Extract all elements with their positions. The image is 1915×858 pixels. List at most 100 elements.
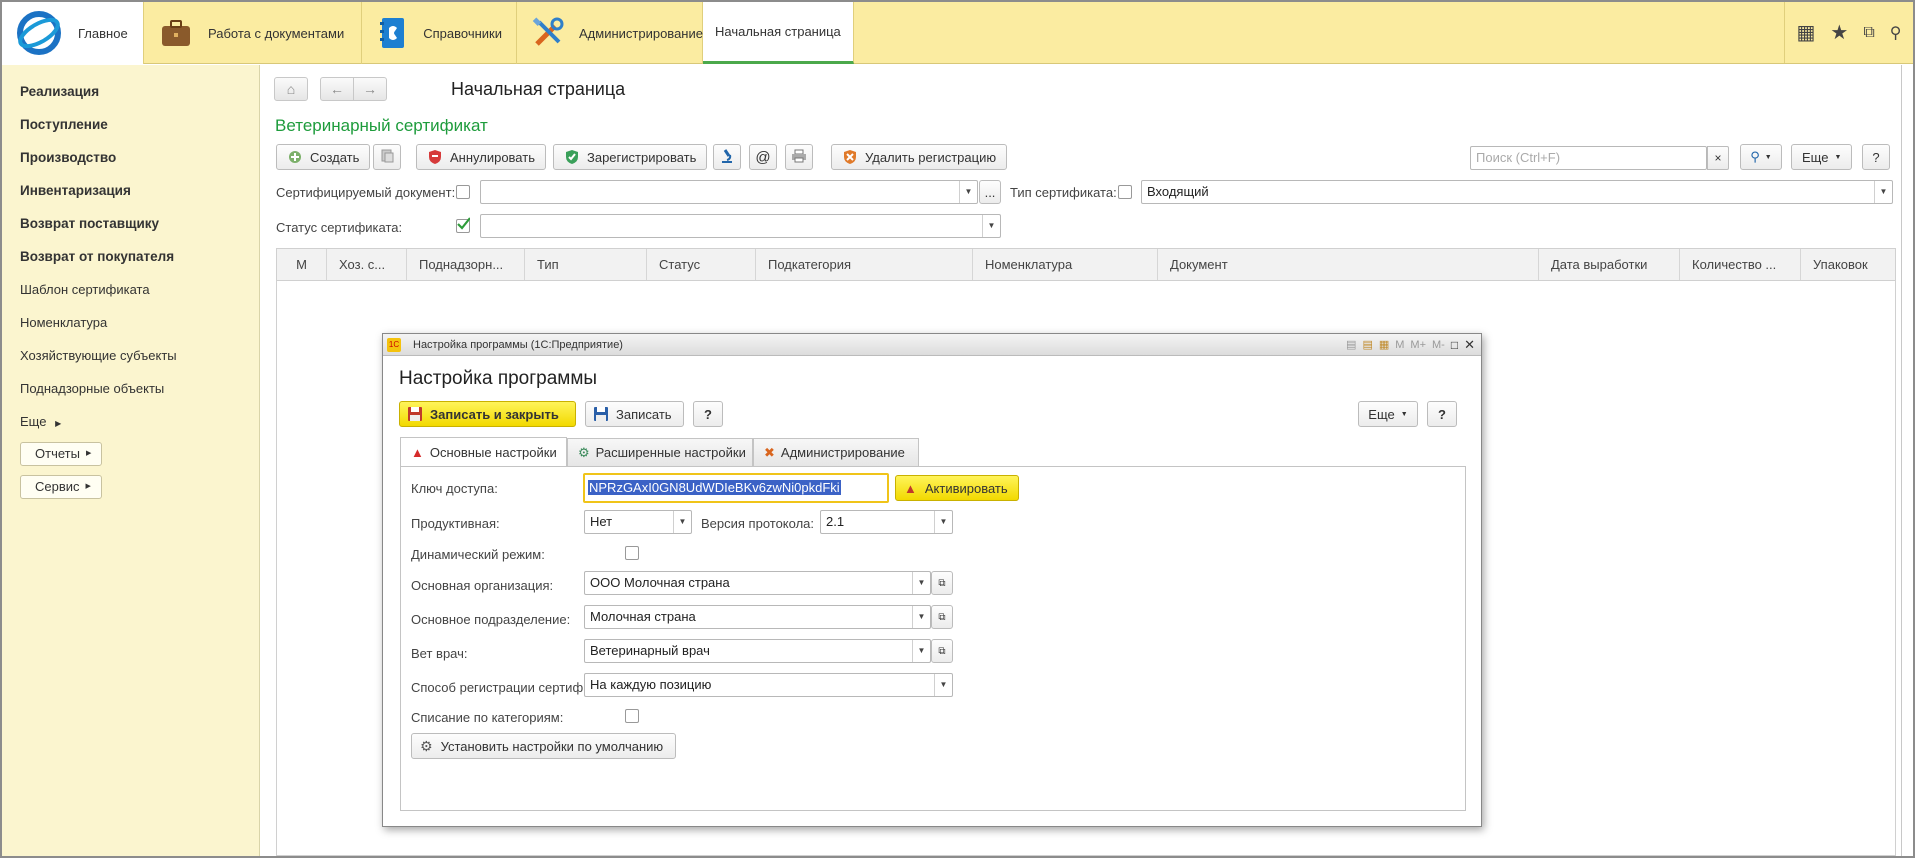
- column-packages[interactable]: Упаковок: [1801, 249, 1895, 280]
- cert-type-field[interactable]: Входящий ▼: [1141, 180, 1893, 204]
- cert-status-checkbox[interactable]: [456, 217, 470, 233]
- annul-button[interactable]: Аннулировать: [416, 144, 546, 170]
- chevron-down-icon[interactable]: ▼: [934, 511, 952, 533]
- memory-minus-button[interactable]: M-: [1432, 339, 1445, 351]
- chevron-down-icon[interactable]: ▼: [1874, 181, 1892, 203]
- section-documents[interactable]: Работа с документами: [144, 2, 362, 64]
- search-input[interactable]: Поиск (Ctrl+F): [1470, 146, 1707, 170]
- sidebar-item-return-customer[interactable]: Возврат от покупателя: [20, 249, 174, 264]
- maximize-icon[interactable]: □: [1451, 338, 1458, 352]
- productive-value: Нет: [590, 514, 613, 529]
- column-subcategory[interactable]: Подкатегория: [756, 249, 973, 280]
- sidebar-item-entities[interactable]: Хозяйствующие субъекты: [20, 348, 177, 363]
- chevron-down-icon[interactable]: ▼: [912, 572, 930, 594]
- organization-field[interactable]: ООО Молочная страна ▼: [584, 571, 931, 595]
- column-entity[interactable]: Хоз. с...: [327, 249, 407, 280]
- certified-doc-field[interactable]: ▼: [480, 180, 978, 204]
- arrow-right-icon: ▶: [85, 450, 92, 457]
- close-icon[interactable]: ✕: [1464, 337, 1475, 353]
- dynamic-mode-checkbox[interactable]: [625, 546, 639, 560]
- column-m[interactable]: М: [277, 249, 327, 280]
- sidebar-item-supervised[interactable]: Поднадзорные объекты: [20, 381, 164, 396]
- column-quantity[interactable]: Количество ...: [1680, 249, 1801, 280]
- chevron-down-icon[interactable]: ▼: [912, 606, 930, 628]
- sidebar-item-receipts[interactable]: Поступление: [20, 117, 108, 132]
- search-options-button[interactable]: ⚲ ▼: [1740, 144, 1782, 170]
- star-icon[interactable]: ★: [1830, 20, 1848, 45]
- protocol-field[interactable]: 2.1 ▼: [820, 510, 953, 534]
- section-home[interactable]: Главное: [2, 2, 144, 64]
- tab-basic-settings[interactable]: ▲ Основные настройки: [400, 437, 567, 467]
- sidebar-item-inventory[interactable]: Инвентаризация: [20, 183, 131, 198]
- memory-plus-button[interactable]: M+: [1410, 339, 1426, 351]
- sidebar-item-nomenclature[interactable]: Номенклатура: [20, 315, 107, 330]
- activate-button[interactable]: ▲ Активировать: [895, 475, 1019, 501]
- chevron-down-icon[interactable]: ▼: [982, 215, 1000, 237]
- tab-advanced-settings[interactable]: ⚙ Расширенные настройки: [567, 438, 753, 466]
- save-close-button[interactable]: Записать и закрыть: [399, 401, 576, 427]
- chevron-down-icon[interactable]: ▼: [673, 511, 691, 533]
- access-key-field[interactable]: NPRzGAxI0GN8UdWDIeBKv6zwNi0pkdFki: [583, 473, 889, 503]
- cert-type-checkbox[interactable]: [1118, 185, 1132, 199]
- microscope-button[interactable]: [713, 144, 741, 170]
- organization-open-button[interactable]: ⧉: [931, 571, 953, 595]
- search-icon[interactable]: ⚲: [1890, 23, 1902, 43]
- tab-start-page[interactable]: Начальная страница: [703, 2, 854, 64]
- help-button[interactable]: ?: [1862, 144, 1890, 170]
- section-administration[interactable]: Администрирование: [517, 2, 703, 64]
- reg-method-field[interactable]: На каждую позицию ▼: [584, 673, 953, 697]
- delete-registration-button[interactable]: Удалить регистрацию: [831, 144, 1008, 170]
- arrow-right-icon: ▶: [85, 483, 91, 490]
- apps-grid-icon[interactable]: ▦: [1797, 20, 1816, 45]
- vet-open-button[interactable]: ⧉: [931, 639, 953, 663]
- email-button[interactable]: @: [749, 144, 777, 170]
- column-status[interactable]: Статус: [647, 249, 756, 280]
- division-open-button[interactable]: ⧉: [931, 605, 953, 629]
- dialog-help-button[interactable]: ?: [693, 401, 723, 427]
- section-directories[interactable]: Справочники: [362, 2, 517, 64]
- forward-button[interactable]: →: [353, 77, 387, 101]
- memory-m-button[interactable]: M: [1395, 339, 1404, 351]
- certified-doc-checkbox[interactable]: [456, 185, 470, 199]
- productive-field[interactable]: Нет ▼: [584, 510, 692, 534]
- copy-button[interactable]: [373, 144, 401, 170]
- certified-doc-select-button[interactable]: ...: [979, 180, 1001, 204]
- column-document[interactable]: Документ: [1158, 249, 1539, 280]
- sidebar-item-production[interactable]: Производство: [20, 150, 116, 165]
- scrollbar-track[interactable]: [1901, 65, 1902, 856]
- chevron-down-icon[interactable]: ▼: [912, 640, 930, 662]
- dialog-more-button[interactable]: Еще ▼: [1358, 401, 1418, 427]
- save-button[interactable]: Записать: [585, 401, 684, 427]
- back-button[interactable]: ←: [320, 77, 354, 101]
- history-icon[interactable]: ⧉: [1863, 24, 1874, 42]
- chevron-down-icon[interactable]: ▼: [959, 181, 977, 203]
- default-settings-button[interactable]: ⚙ Установить настройки по умолчанию: [411, 733, 676, 759]
- more-button[interactable]: Еще ▼: [1791, 144, 1853, 170]
- create-label: Создать: [310, 149, 360, 165]
- create-button[interactable]: Создать: [276, 144, 371, 170]
- cert-status-field[interactable]: ▼: [480, 214, 1001, 238]
- dialog-help-button-right[interactable]: ?: [1427, 401, 1457, 427]
- print-button[interactable]: [785, 144, 813, 170]
- chevron-down-icon[interactable]: ▼: [934, 674, 952, 696]
- column-nomenclature[interactable]: Номенклатура: [973, 249, 1158, 280]
- calculator-icon[interactable]: ▤: [1362, 338, 1372, 351]
- tab-administration[interactable]: ✖ Администрирование: [753, 438, 919, 466]
- column-type[interactable]: Тип: [525, 249, 647, 280]
- column-production-date[interactable]: Дата выработки: [1539, 249, 1680, 280]
- sidebar-item-cert-template[interactable]: Шаблон сертификата: [20, 282, 150, 297]
- service-button[interactable]: Сервис ▶: [20, 475, 102, 499]
- sidebar-item-sales[interactable]: Реализация: [20, 84, 99, 99]
- writeoff-checkbox[interactable]: [625, 709, 639, 723]
- calendar-icon[interactable]: ▦: [1379, 338, 1389, 351]
- vet-field[interactable]: Ветеринарный врач ▼: [584, 639, 931, 663]
- column-supervised[interactable]: Поднадзорн...: [407, 249, 525, 280]
- register-button[interactable]: Зарегистрировать: [553, 144, 708, 170]
- link-icon[interactable]: ▤: [1346, 338, 1356, 351]
- sidebar-item-return-supplier[interactable]: Возврат поставщику: [20, 216, 159, 231]
- division-field[interactable]: Молочная страна ▼: [584, 605, 931, 629]
- reports-button[interactable]: Отчеты ▶: [20, 442, 103, 466]
- home-nav-button[interactable]: ⌂: [274, 77, 308, 101]
- clear-search-button[interactable]: ×: [1707, 146, 1729, 170]
- sidebar-item-more[interactable]: Еще ▶: [20, 414, 61, 429]
